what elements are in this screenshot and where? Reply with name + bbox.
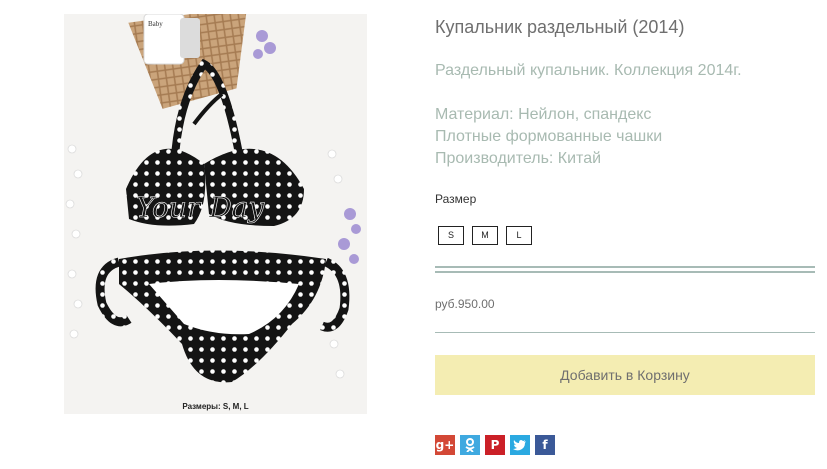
size-options: S M L bbox=[438, 226, 532, 245]
facebook-icon[interactable]: f bbox=[535, 435, 555, 455]
size-label: Размер bbox=[435, 192, 477, 206]
product-subtitle: Раздельный купальник. Коллекция 2014г. bbox=[435, 62, 742, 79]
divider bbox=[435, 332, 815, 333]
product-features: Материал: Нейлон, спандекс Плотные формо… bbox=[435, 104, 662, 170]
twitter-icon[interactable] bbox=[510, 435, 530, 455]
google-plus-glyph: g+ bbox=[435, 438, 455, 452]
bottle-label: Baby bbox=[148, 20, 163, 28]
image-caption: Размеры: S, M, L bbox=[182, 402, 249, 411]
odnoklassniki-icon[interactable] bbox=[460, 435, 480, 455]
pinterest-icon[interactable]: P bbox=[485, 435, 505, 455]
facebook-glyph: f bbox=[542, 438, 548, 452]
pinterest-glyph: P bbox=[490, 438, 500, 452]
feature-item: Плотные формованные чашки bbox=[435, 128, 663, 145]
product-title: Купальник раздельный (2014) bbox=[435, 17, 685, 37]
size-option-m[interactable]: M bbox=[472, 226, 498, 245]
bottle-illustration: Baby bbox=[143, 14, 200, 65]
product-image[interactable]: Baby Your Day Размеры: S, M, L bbox=[64, 14, 367, 414]
social-share-bar: g+ P f bbox=[435, 435, 555, 455]
google-plus-icon[interactable]: g+ bbox=[435, 435, 455, 455]
divider bbox=[435, 266, 815, 273]
product-price: руб.950.00 bbox=[435, 297, 495, 311]
size-option-l[interactable]: L bbox=[506, 226, 532, 245]
feature-item: Производитель: Китай bbox=[435, 150, 602, 167]
size-option-s[interactable]: S bbox=[438, 226, 464, 245]
add-to-cart-button[interactable]: Добавить в Корзину bbox=[435, 355, 815, 395]
feature-item: Материал: Нейлон, спандекс bbox=[435, 106, 652, 123]
watermark-text: Your Day bbox=[136, 191, 265, 224]
